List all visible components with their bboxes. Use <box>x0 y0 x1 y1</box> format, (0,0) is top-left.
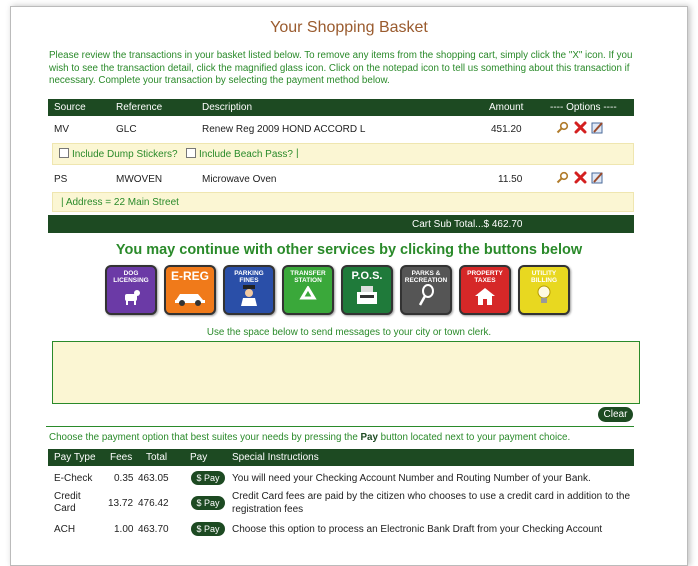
pay-type: E-Check <box>54 473 93 484</box>
item-reference: MWOVEN <box>116 174 163 185</box>
pay-special: Choose this option to process an Electro… <box>232 524 603 535</box>
parking-fines-label: Parking Fines <box>234 270 264 284</box>
dog-licensing-label: Dog Licensing <box>113 270 149 284</box>
pos-button[interactable]: P.O.S. <box>341 265 393 315</box>
address-row: | Address = 22 Main Street <box>52 192 634 212</box>
item-description: Microwave Oven <box>202 174 277 185</box>
addon-options: Include Dump Stickers? Include Beach Pas… <box>52 143 634 165</box>
pay-type: ACH <box>54 524 76 535</box>
divider <box>46 426 634 427</box>
pay-button[interactable]: $ Pay <box>191 496 225 510</box>
service-buttons: Dog Licensing E-Reg Parking Fines Transf… <box>105 265 570 315</box>
subtotal-bar: Cart Sub Total...$ 462.70 <box>48 215 634 233</box>
col-amount: Amount <box>489 102 524 113</box>
message-instructions: Use the space below to send messages to … <box>206 327 492 338</box>
clerk-message-textarea[interactable] <box>52 341 640 404</box>
payment-instructions-pre: Choose the payment option that best suit… <box>49 432 361 443</box>
pay-total: 476.42 <box>138 498 169 509</box>
magnifier-icon[interactable] <box>556 171 569 184</box>
page-title: Your Shopping Basket <box>270 19 428 36</box>
notepad-icon[interactable] <box>591 171 604 184</box>
remove-x-icon[interactable] <box>574 121 587 134</box>
item-description: Renew Reg 2009 HOND ACCORD L <box>202 124 366 135</box>
services-heading: You may continue with other services by … <box>115 242 583 258</box>
property-taxes-label: Property Taxes <box>467 270 503 284</box>
e-reg-label: E-Reg <box>170 269 209 283</box>
beach-pass-label: Include Beach Pass? <box>199 149 293 160</box>
item-source: MV <box>54 124 69 135</box>
magnifier-icon[interactable] <box>556 121 569 134</box>
cart-subtotal: Cart Sub Total...$ 462.70 <box>412 219 523 230</box>
parks-recreation-label: Parks & Recreation <box>404 270 448 284</box>
parks-recreation-button[interactable]: Parks & Recreation <box>400 265 452 315</box>
item-reference: GLC <box>116 124 137 135</box>
car-icon <box>173 290 207 309</box>
basket-header: Source Reference Description Amount ----… <box>48 99 634 116</box>
pay-button[interactable]: $ Pay <box>191 522 225 536</box>
pay-special: You will need your Checking Account Numb… <box>232 473 591 484</box>
transfer-station-label: Transfer Station <box>290 270 326 284</box>
col-pay: Pay <box>190 452 208 463</box>
address-text: | Address = 22 Main Street <box>61 197 179 208</box>
beach-pass-checkbox[interactable] <box>186 148 196 158</box>
house-icon <box>473 286 497 309</box>
col-source: Source <box>54 102 86 113</box>
col-special-instructions: Special Instructions <box>232 452 319 463</box>
col-description: Description <box>202 102 253 113</box>
dog-icon <box>121 288 141 309</box>
col-total: Total <box>146 452 168 463</box>
pay-button[interactable]: $ Pay <box>191 471 225 485</box>
pay-fees: 0.35 <box>114 473 134 484</box>
pay-fees: 1.00 <box>114 524 134 535</box>
transfer-station-button[interactable]: Transfer Station <box>282 265 334 315</box>
pay-fees: 13.72 <box>108 498 134 509</box>
pay-special: Credit Card fees are paid by the citizen… <box>232 491 631 515</box>
bulb-icon <box>535 284 553 309</box>
col-options: ---- Options ---- <box>550 102 617 113</box>
payment-instructions: Choose the payment option that best suit… <box>49 432 570 443</box>
register-icon <box>355 284 379 309</box>
dump-sticker-checkbox[interactable] <box>59 148 69 158</box>
utility-billing-button[interactable]: Utility Billing <box>518 265 570 315</box>
pay-type: Credit Card <box>54 491 81 514</box>
intro-text: Please review the transactions in your b… <box>49 50 633 86</box>
pos-label: P.O.S. <box>351 270 383 282</box>
item-amount: 11.50 <box>498 174 523 185</box>
beach-pass-option[interactable]: Include Beach Pass? <box>186 148 293 160</box>
officer-icon <box>239 284 259 309</box>
payment-instructions-post: button located next to your payment choi… <box>377 432 571 443</box>
recycle-icon <box>297 285 319 309</box>
parking-fines-button[interactable]: Parking Fines <box>223 265 275 315</box>
clear-button[interactable]: Clear <box>598 407 633 422</box>
payment-header: Pay Type Fees Total Pay Special Instruct… <box>48 449 634 466</box>
pay-total: 463.70 <box>138 524 169 535</box>
pay-total: 463.05 <box>138 473 169 484</box>
e-reg-button[interactable]: E-Reg <box>164 265 216 315</box>
item-amount: 451.20 <box>491 124 522 135</box>
item-source: PS <box>54 174 68 185</box>
col-pay-type: Pay Type <box>54 452 96 463</box>
col-fees: Fees <box>110 452 133 463</box>
racket-icon <box>417 284 435 309</box>
dump-sticker-label: Include Dump Stickers? <box>72 149 178 160</box>
utility-billing-label: Utility Billing <box>531 270 557 284</box>
notepad-icon[interactable] <box>591 121 604 134</box>
col-reference: Reference <box>116 102 163 113</box>
option-divider: | <box>296 148 299 159</box>
payment-instructions-bold: Pay <box>360 432 378 443</box>
remove-x-icon[interactable] <box>574 171 587 184</box>
dump-sticker-option[interactable]: Include Dump Stickers? <box>59 148 178 160</box>
dog-licensing-button[interactable]: Dog Licensing <box>105 265 157 315</box>
property-taxes-button[interactable]: Property Taxes <box>459 265 511 315</box>
